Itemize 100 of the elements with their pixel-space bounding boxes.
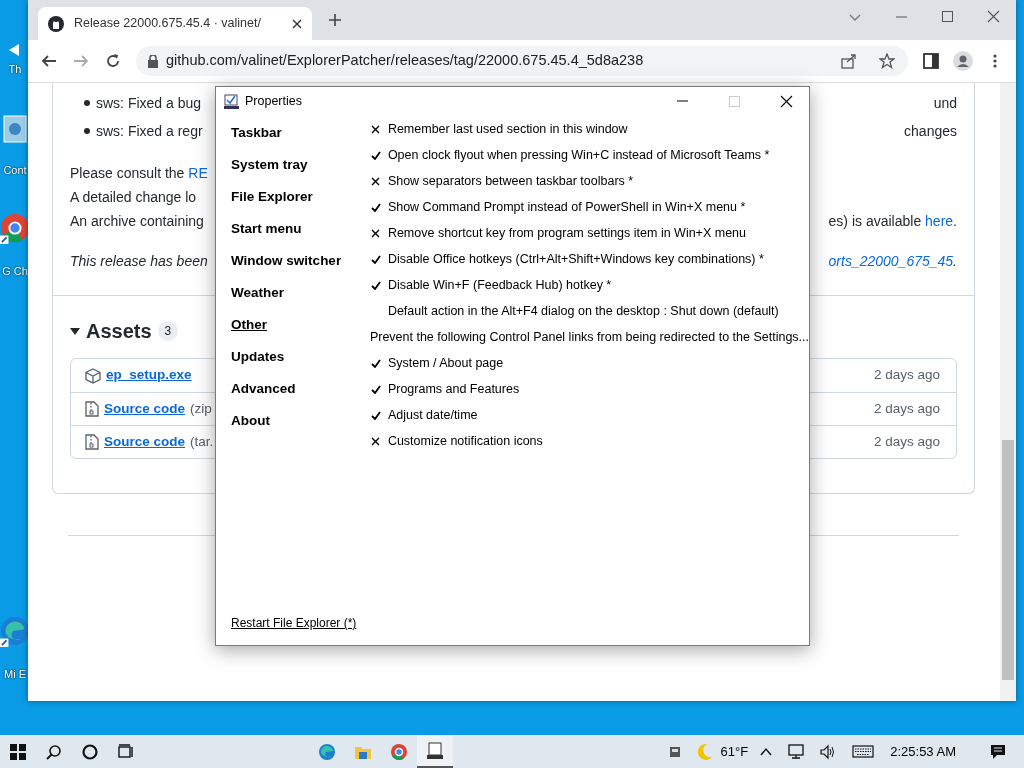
restart-link[interactable]: Restart File Explorer (*)	[231, 616, 357, 631]
icon-label: Th	[7, 62, 23, 76]
profile-icon	[953, 51, 973, 71]
paragraph-text: A detailed change lo	[70, 188, 197, 207]
control-panel-icon[interactable]	[3, 115, 27, 143]
volume-icon	[820, 743, 837, 760]
asset-link[interactable]: Source code	[104, 431, 186, 453]
github-icon	[48, 15, 64, 32]
bullet-icon	[84, 100, 90, 106]
windows-icon	[10, 743, 26, 760]
paragraph-text: orts_22000_675_45.	[828, 252, 957, 271]
nav-item[interactable]: Advanced	[231, 373, 296, 405]
close-icon	[986, 10, 1000, 23]
setting-option[interactable]: Adjust date/time	[387, 405, 478, 425]
list-item-text: changes	[904, 122, 957, 141]
file-zip-icon	[85, 434, 99, 450]
date-text: 2 days ago	[873, 432, 940, 451]
plus-icon	[328, 13, 342, 27]
cross-icon[interactable]	[370, 124, 380, 134]
list-item-text: und	[933, 94, 957, 113]
link[interactable]: here	[925, 213, 954, 229]
lock-icon	[148, 54, 158, 68]
close-icon[interactable]	[292, 18, 302, 29]
forward-icon	[73, 53, 89, 69]
file-type-text: (tar.	[190, 432, 214, 451]
paragraph-text: An archive containing	[70, 212, 204, 231]
setting-option[interactable]: Show separators between taskbar toolbars *	[387, 171, 634, 191]
taskbar-app[interactable]	[416, 735, 453, 768]
keyboard-icon	[852, 744, 875, 759]
check-icon[interactable]	[370, 202, 381, 212]
icon-label: G Ch	[2, 264, 28, 278]
browser-icon[interactable]	[0, 212, 30, 245]
browser-icon[interactable]	[0, 615, 30, 648]
address-bar[interactable]: github.com/valinet/ExplorerPatcher/releases/tag/22000.675.45.4_5d8a238	[136, 46, 908, 76]
side-panel-icon	[923, 53, 939, 69]
setting-option[interactable]: Default action in the Alt+F4 dialog on the desktop : Shut down (default)	[387, 301, 779, 321]
date-text: 2 days ago	[873, 399, 940, 418]
paragraph-text: This release has been	[70, 252, 208, 271]
notification-icon	[990, 743, 1006, 760]
paragraph-text: Please consult the RE	[70, 164, 208, 183]
setting-option[interactable]: System / About page	[387, 353, 504, 373]
paragraph-text: es) is available here.	[828, 212, 957, 231]
setting-option[interactable]: Remember last used section in this window	[387, 119, 628, 139]
weather-button[interactable]: 61°F	[696, 735, 749, 768]
task-view-icon	[118, 743, 134, 760]
check-icon[interactable]	[370, 280, 381, 290]
moon-icon	[696, 742, 713, 761]
nav-item[interactable]: Updates	[231, 341, 285, 373]
cross-icon[interactable]	[370, 228, 380, 238]
browser-icon	[317, 742, 336, 761]
star-icon	[879, 53, 895, 69]
check-icon[interactable]	[370, 254, 381, 264]
setting-option[interactable]: Show Command Prompt instead of PowerShell in Win+X menu *	[387, 197, 746, 217]
section-heading: Assets	[86, 319, 152, 344]
share-icon	[841, 53, 857, 69]
cross-icon[interactable]	[370, 436, 380, 446]
check-icon[interactable]	[370, 384, 381, 394]
setting-option[interactable]: Programs and Features	[387, 379, 520, 399]
setting-option[interactable]: Open clock flyout when pressing Win+C instead of Microsoft Teams *	[387, 145, 770, 165]
cross-icon[interactable]	[370, 176, 380, 186]
circle-icon	[82, 743, 98, 760]
browser-tab[interactable]: Release 22000.675.45.4 · valinet/	[38, 7, 312, 40]
back-icon	[41, 53, 57, 69]
tab-title: Release 22000.675.45.4 · valinet/	[74, 15, 262, 33]
caret-icon[interactable]	[70, 326, 80, 336]
check-icon[interactable]	[370, 358, 381, 368]
browser-icon	[389, 742, 408, 761]
file-type-text: (zip	[190, 399, 212, 418]
nav-item[interactable]: Weather	[231, 277, 285, 309]
nav-item[interactable]: File Explorer	[231, 181, 313, 213]
reload-icon	[105, 53, 121, 69]
nav-item[interactable]: Taskbar	[231, 117, 282, 149]
count-badge: 3	[157, 321, 179, 341]
icon-label: Mi E	[3, 667, 27, 681]
maximize-icon	[727, 95, 741, 108]
close-icon	[779, 95, 793, 108]
scrollbar-thumb[interactable]	[1002, 440, 1014, 680]
setting-option[interactable]: Remove shortcut key from program settings item in Win+X menu	[387, 223, 746, 243]
setting-option[interactable]: Customize notification icons	[387, 431, 543, 451]
package-icon	[85, 367, 101, 384]
nav-item[interactable]: Window switcher	[231, 245, 342, 277]
setting-option[interactable]: Disable Office hotkeys (Ctrl+Alt+Shift+Windows key combinations) *	[387, 249, 764, 269]
setting-heading: Prevent the following Control Panel links from being redirected to the Settings...	[369, 328, 809, 346]
file-zip-icon	[85, 401, 99, 417]
link[interactable]: RE	[188, 165, 208, 181]
date-text: 2 days ago	[873, 366, 940, 385]
scrollbar[interactable]	[1000, 83, 1016, 701]
nav-item[interactable]: System tray	[231, 149, 308, 181]
asset-link[interactable]: Source code	[104, 398, 186, 420]
nav-item[interactable]: Other	[231, 309, 267, 341]
check-icon[interactable]	[370, 410, 381, 420]
check-icon[interactable]	[370, 150, 381, 160]
setting-option[interactable]: Disable Win+F (Feedback Hub) hotkey *	[387, 275, 612, 295]
maximize-icon	[940, 10, 954, 23]
list-item-text: sws: Fixed a bug	[96, 94, 202, 113]
nav-item[interactable]: Start menu	[231, 213, 302, 245]
asset-link[interactable]: ep_setup.exe	[106, 365, 192, 386]
nav-item[interactable]: About	[231, 405, 270, 437]
clock[interactable]: 2:25:53 AM	[890, 735, 956, 768]
url-text: github.com/valinet/ExplorerPatcher/releases/tag/22000.675.45.4_5d8a238	[166, 51, 645, 71]
